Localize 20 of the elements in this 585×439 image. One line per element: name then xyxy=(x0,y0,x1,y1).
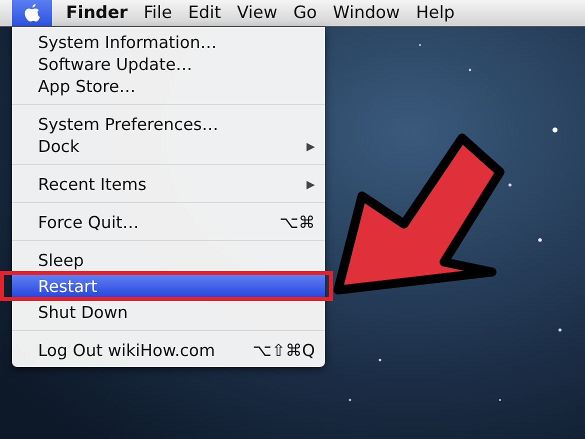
menu-item[interactable]: Software Update… xyxy=(12,53,325,75)
menu-title[interactable]: File xyxy=(144,3,172,23)
menu-item[interactable]: App Store… xyxy=(12,75,325,97)
apple-logo-icon xyxy=(23,2,41,24)
menu-title[interactable]: Edit xyxy=(188,3,221,23)
app-menu[interactable]: Finder xyxy=(66,3,128,23)
menu-item[interactable]: Shut Down xyxy=(12,301,325,323)
menu-item[interactable]: Log Out wikiHow.com ⌥⇧⌘Q xyxy=(12,339,325,361)
menu-item[interactable]: Restart xyxy=(12,275,325,297)
menu-item[interactable]: System Information… xyxy=(12,31,325,53)
menu-item[interactable]: Sleep xyxy=(12,249,325,271)
menu-title[interactable]: View xyxy=(237,3,278,23)
menu-item[interactable]: Force Quit… ⌥⌘ xyxy=(12,211,325,233)
menu-item[interactable]: Recent Items ▶ xyxy=(12,173,325,195)
menu-item[interactable]: System Preferences… xyxy=(12,113,325,135)
menu-title[interactable]: Help xyxy=(416,3,455,23)
menu-item[interactable]: Dock ▶ xyxy=(12,135,325,157)
apple-menu-button[interactable] xyxy=(12,0,52,26)
menu-title[interactable]: Window xyxy=(332,3,400,23)
menu-title[interactable]: Go xyxy=(293,3,317,23)
